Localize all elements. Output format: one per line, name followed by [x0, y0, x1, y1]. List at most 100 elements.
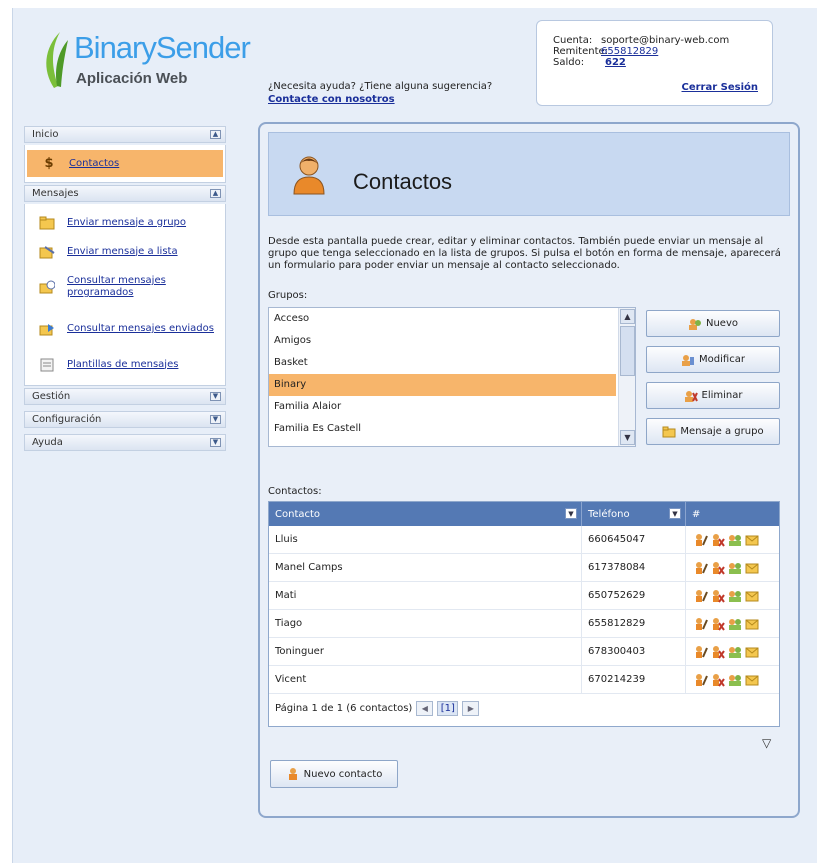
group-assign-icon[interactable]: [728, 533, 742, 547]
sidebar-item-label[interactable]: Contactos: [69, 158, 119, 170]
main-panel: Contactos Desde esta pantalla puede crea…: [258, 122, 800, 818]
column-header-contacto[interactable]: Contacto ▼: [269, 502, 582, 526]
expand-icon[interactable]: ▼: [210, 415, 221, 424]
groups-scrollbar[interactable]: ▲ ▼: [618, 308, 635, 446]
filter-dropdown-icon[interactable]: ▼: [565, 508, 577, 519]
prev-page-icon[interactable]: ◀: [416, 700, 434, 716]
delete-contact-icon[interactable]: [711, 645, 725, 659]
sidebar-item-enviar-grupo[interactable]: Enviar mensaje a grupo: [25, 208, 225, 237]
group-item[interactable]: Basket: [269, 352, 616, 374]
cell-contacto: Lluis: [269, 526, 582, 553]
sender-link[interactable]: 655812829: [601, 46, 658, 57]
sidebar-item-enviados[interactable]: Consultar mensajes enviados: [25, 308, 225, 350]
account-label: Cuenta:: [553, 35, 593, 46]
sidebar-item-label[interactable]: Enviar mensaje a grupo: [67, 217, 186, 229]
cell-actions: [686, 582, 779, 609]
sidebar-item-enviar-lista[interactable]: Enviar mensaje a lista: [25, 237, 225, 266]
group-assign-icon[interactable]: [728, 673, 742, 687]
button-label: Nuevo: [705, 318, 738, 329]
logout-link[interactable]: Cerrar Sesión: [682, 82, 759, 93]
sidebar-section-mensajes[interactable]: Mensajes ▲: [24, 185, 226, 202]
sent-message-icon: [39, 322, 55, 336]
balance-link[interactable]: 622: [605, 57, 626, 68]
send-message-icon[interactable]: [745, 561, 759, 575]
delete-contact-icon[interactable]: [711, 617, 725, 631]
table-row[interactable]: Lluis 660645047: [269, 526, 779, 554]
send-message-icon[interactable]: [745, 673, 759, 687]
table-row[interactable]: Vicent 670214239: [269, 666, 779, 694]
collapse-icon[interactable]: ▲: [210, 189, 221, 198]
sidebar-section-configuracion[interactable]: Configuración ▼: [24, 411, 226, 428]
edit-contact-icon[interactable]: [694, 561, 708, 575]
groups-listbox[interactable]: Acceso Amigos Basket Binary Familia Alai…: [268, 307, 636, 447]
sidebar-item-label[interactable]: Consultar mensajes enviados: [67, 323, 214, 335]
group-assign-icon[interactable]: [728, 617, 742, 631]
scroll-down-icon[interactable]: ▼: [620, 430, 635, 445]
send-message-icon[interactable]: [745, 533, 759, 547]
group-item[interactable]: Familia Alaior: [269, 396, 616, 418]
delete-contact-icon[interactable]: [711, 673, 725, 687]
table-row[interactable]: Manel Camps 617378084: [269, 554, 779, 582]
page-title: Contactos: [353, 169, 453, 194]
sidebar-section-inicio[interactable]: Inicio ▲: [24, 126, 226, 143]
new-contact-button[interactable]: Nuevo contacto: [270, 760, 398, 788]
sidebar-item-label[interactable]: Plantillas de mensajes: [67, 359, 178, 371]
table-row[interactable]: Mati 650752629: [269, 582, 779, 610]
group-add-icon: [688, 318, 702, 330]
delete-contact-icon[interactable]: [711, 561, 725, 575]
group-assign-icon[interactable]: [728, 589, 742, 603]
delete-contact-icon[interactable]: [711, 533, 725, 547]
next-page-icon[interactable]: ▶: [462, 700, 480, 716]
sidebar-item-plantillas[interactable]: Plantillas de mensajes: [25, 350, 225, 379]
sidebar: Inicio ▲ $ Contactos Mensajes ▲ Enviar m…: [24, 126, 226, 453]
group-edit-icon: [681, 354, 695, 366]
sidebar-item-programados[interactable]: Consultar mensajes programados: [25, 266, 225, 308]
edit-contact-icon[interactable]: [694, 589, 708, 603]
collapse-icon[interactable]: ▲: [210, 130, 221, 139]
sidebar-section-ayuda[interactable]: Ayuda ▼: [24, 434, 226, 451]
expand-icon[interactable]: ▼: [210, 392, 221, 401]
new-group-button[interactable]: Nuevo: [646, 310, 780, 337]
button-label: Modificar: [699, 354, 745, 365]
edit-group-button[interactable]: Modificar: [646, 346, 780, 373]
send-message-icon[interactable]: [745, 589, 759, 603]
send-message-icon[interactable]: [745, 645, 759, 659]
current-page[interactable]: [1]: [437, 700, 459, 716]
section-title: Mensajes: [32, 188, 79, 199]
table-row[interactable]: Tiago 655812829: [269, 610, 779, 638]
contacts-label: Contactos:: [268, 486, 322, 497]
group-item-selected[interactable]: Binary: [269, 374, 616, 396]
edit-contact-icon[interactable]: [694, 617, 708, 631]
group-item[interactable]: Acceso: [269, 308, 616, 330]
cell-telefono: 670214239: [582, 666, 686, 693]
filter-icon[interactable]: ▽: [762, 736, 771, 750]
expand-icon[interactable]: ▼: [210, 438, 221, 447]
cell-actions: [686, 610, 779, 637]
column-title: Teléfono: [588, 508, 630, 520]
scroll-thumb[interactable]: [620, 326, 635, 376]
filter-dropdown-icon[interactable]: ▼: [669, 508, 681, 519]
column-title: #: [692, 508, 701, 520]
group-assign-icon[interactable]: [728, 561, 742, 575]
cell-telefono: 660645047: [582, 526, 686, 553]
column-header-telefono[interactable]: Teléfono ▼: [582, 502, 686, 526]
scroll-up-icon[interactable]: ▲: [620, 309, 635, 324]
group-item[interactable]: Familia Es Castell: [269, 418, 616, 440]
edit-contact-icon[interactable]: [694, 533, 708, 547]
sidebar-item-label[interactable]: Enviar mensaje a lista: [67, 246, 178, 258]
table-row[interactable]: Toninguer 678300403: [269, 638, 779, 666]
sidebar-item-contactos[interactable]: $ Contactos: [27, 150, 223, 177]
edit-contact-icon[interactable]: [694, 645, 708, 659]
edit-contact-icon[interactable]: [694, 673, 708, 687]
list-message-icon: [39, 245, 55, 259]
send-message-icon[interactable]: [745, 617, 759, 631]
contact-us-link[interactable]: Contacte con nosotros: [268, 94, 395, 105]
message-group-button[interactable]: Mensaje a grupo: [646, 418, 780, 445]
group-item[interactable]: Amigos: [269, 330, 616, 352]
sidebar-section-gestion[interactable]: Gestión ▼: [24, 388, 226, 405]
delete-contact-icon[interactable]: [711, 589, 725, 603]
cell-actions: [686, 526, 779, 553]
sidebar-item-label[interactable]: Consultar mensajes programados: [67, 275, 225, 299]
group-assign-icon[interactable]: [728, 645, 742, 659]
delete-group-button[interactable]: Eliminar: [646, 382, 780, 409]
